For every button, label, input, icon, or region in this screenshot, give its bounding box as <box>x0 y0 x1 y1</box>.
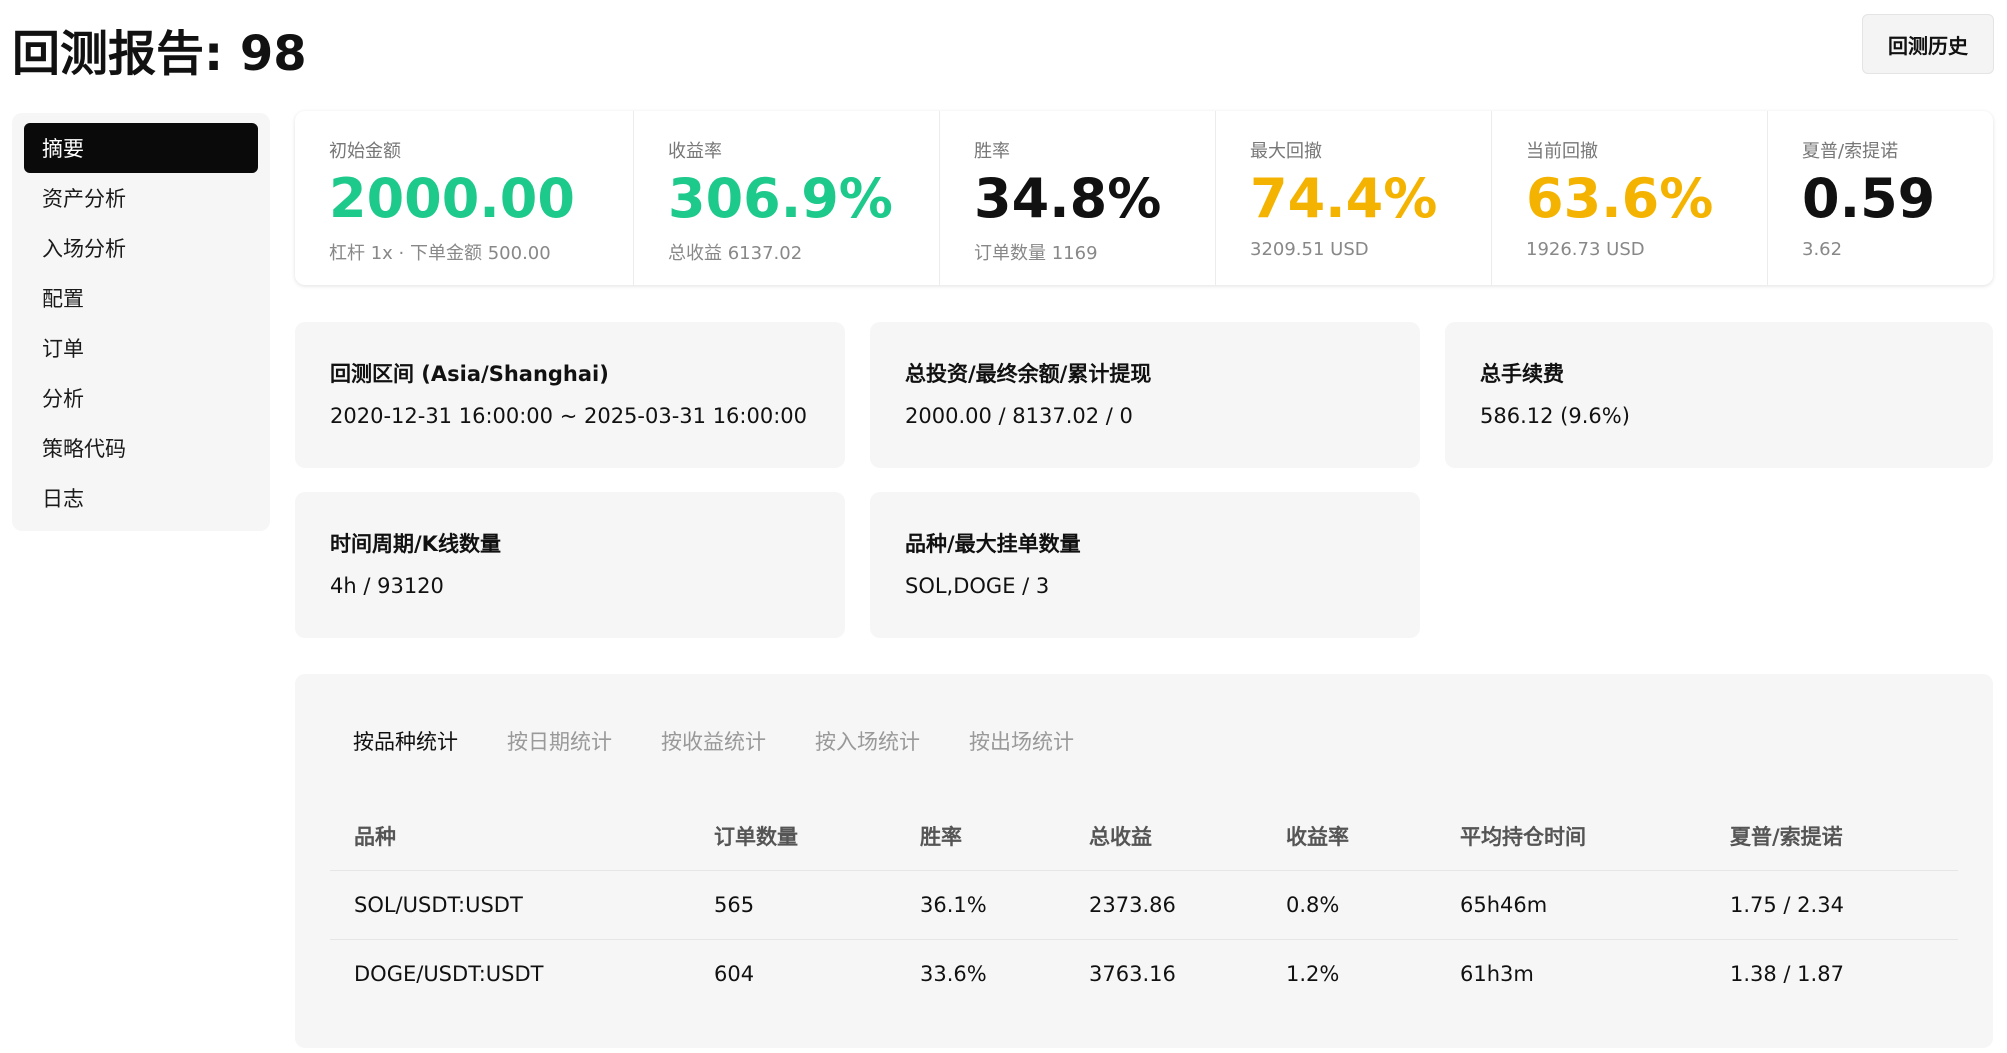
metric-subtext: 1926.73 USD <box>1526 239 1645 260</box>
table-cell: 36.1% <box>920 893 987 917</box>
metrics-summary-card: 初始金额 2000.00 杠杆 1x · 下单金额 500.00 收益率 306… <box>295 111 1993 285</box>
metric-value: 306.9% <box>668 167 893 230</box>
backtest-history-button[interactable]: 回测历史 <box>1862 14 1994 74</box>
symbol-stats-table: 品种 订单数量 胜率 总收益 收益率 平均持仓时间 夏普/索提诺 SOL/USD… <box>330 802 1958 1008</box>
sidebar-item-strategy-code[interactable]: 策略代码 <box>24 423 258 473</box>
table-cell: 65h46m <box>1460 893 1548 917</box>
table-cell: DOGE/USDT:USDT <box>354 962 544 986</box>
column-header-order-count: 订单数量 <box>714 825 798 849</box>
info-card-value: SOL,DOGE / 3 <box>905 574 1050 598</box>
info-card-timeframe-bars: 时间周期/K线数量 4h / 93120 <box>295 492 845 638</box>
metric-value: 34.8% <box>974 167 1162 230</box>
metric-subtext: 3.62 <box>1802 239 1843 260</box>
table-cell: SOL/USDT:USDT <box>354 893 523 917</box>
table-cell: 0.8% <box>1286 893 1340 917</box>
backtest-report-page: 回测报告: 98 回测历史 摘要 资产分析 入场分析 配置 订单 分析 策略代码… <box>0 0 2007 1053</box>
sidebar-item-analysis[interactable]: 分析 <box>24 373 258 423</box>
column-header-total-profit: 总收益 <box>1089 825 1152 849</box>
metric-label: 收益率 <box>668 141 722 162</box>
statistics-panel: 按品种统计 按日期统计 按收益统计 按入场统计 按出场统计 品种 订单数量 胜率… <box>295 674 1993 1048</box>
info-card-symbols-max-orders: 品种/最大挂单数量 SOL,DOGE / 3 <box>870 492 1420 638</box>
sidebar-item-summary[interactable]: 摘要 <box>24 123 258 173</box>
info-card-total-fees: 总手续费 586.12 (9.6%) <box>1445 322 1993 468</box>
info-card-title: 总手续费 <box>1480 362 1564 386</box>
column-header-return-rate: 收益率 <box>1286 825 1349 849</box>
info-card-title: 回测区间 (Asia/Shanghai) <box>330 362 609 386</box>
info-card-title: 品种/最大挂单数量 <box>905 532 1081 556</box>
info-card-investment-balance: 总投资/最终余额/累计提现 2000.00 / 8137.02 / 0 <box>870 322 1420 468</box>
info-card-backtest-range: 回测区间 (Asia/Shanghai) 2020-12-31 16:00:00… <box>295 322 845 468</box>
metric-subtext: 总收益 6137.02 <box>668 243 803 264</box>
metric-label: 初始金额 <box>329 141 401 162</box>
table-header-row: 品种 订单数量 胜率 总收益 收益率 平均持仓时间 夏普/索提诺 <box>330 802 1958 871</box>
table-row[interactable]: DOGE/USDT:USDT 604 33.6% 3763.16 1.2% 61… <box>330 940 1958 1008</box>
info-card-title: 总投资/最终余额/累计提现 <box>905 362 1152 386</box>
metric-subtext: 杠杆 1x · 下单金额 500.00 <box>329 243 551 264</box>
table-cell: 565 <box>714 893 755 917</box>
info-card-value: 2020-12-31 16:00:00 ~ 2025-03-31 16:00:0… <box>330 404 808 428</box>
column-header-avg-holding-time: 平均持仓时间 <box>1460 825 1586 849</box>
metric-return-rate: 收益率 306.9% 总收益 6137.02 <box>634 111 940 285</box>
info-card-title: 时间周期/K线数量 <box>330 532 501 556</box>
column-header-symbol: 品种 <box>354 825 396 849</box>
metric-max-drawdown: 最大回撤 74.4% 3209.51 USD <box>1216 111 1492 285</box>
metric-label: 当前回撤 <box>1526 141 1598 162</box>
metric-value: 0.59 <box>1802 167 1936 230</box>
table-cell: 604 <box>714 962 755 986</box>
metric-label: 夏普/索提诺 <box>1802 141 1899 162</box>
metric-subtext: 订单数量 1169 <box>974 243 1098 264</box>
table-cell: 33.6% <box>920 962 987 986</box>
column-header-win-rate: 胜率 <box>920 825 962 849</box>
sidebar-item-config[interactable]: 配置 <box>24 273 258 323</box>
table-row[interactable]: SOL/USDT:USDT 565 36.1% 2373.86 0.8% 65h… <box>330 871 1958 940</box>
tab-by-exit[interactable]: 按出场统计 <box>969 726 1074 756</box>
table-cell: 61h3m <box>1460 962 1534 986</box>
sidebar-item-logs[interactable]: 日志 <box>24 473 258 523</box>
tab-by-symbol[interactable]: 按品种统计 <box>353 726 458 756</box>
table-cell: 3763.16 <box>1089 962 1176 986</box>
statistics-tabs: 按品种统计 按日期统计 按收益统计 按入场统计 按出场统计 <box>353 726 1123 756</box>
metric-label: 胜率 <box>974 141 1010 162</box>
tab-by-entry[interactable]: 按入场统计 <box>815 726 920 756</box>
tab-by-date[interactable]: 按日期统计 <box>507 726 612 756</box>
table-cell: 2373.86 <box>1089 893 1176 917</box>
metric-value: 63.6% <box>1526 167 1714 230</box>
metric-initial-amount: 初始金额 2000.00 杠杆 1x · 下单金额 500.00 <box>295 111 634 285</box>
metric-current-drawdown: 当前回撤 63.6% 1926.73 USD <box>1492 111 1768 285</box>
table-cell: 1.75 / 2.34 <box>1730 893 1844 917</box>
table-cell: 1.2% <box>1286 962 1340 986</box>
metric-subtext: 3209.51 USD <box>1250 239 1369 260</box>
metric-value: 74.4% <box>1250 167 1438 230</box>
table-cell: 1.38 / 1.87 <box>1730 962 1844 986</box>
info-card-value: 2000.00 / 8137.02 / 0 <box>905 404 1133 428</box>
sidebar-item-orders[interactable]: 订单 <box>24 323 258 373</box>
sidebar-nav: 摘要 资产分析 入场分析 配置 订单 分析 策略代码 日志 <box>12 113 270 531</box>
metric-sharpe-sortino: 夏普/索提诺 0.59 3.62 <box>1768 111 1993 285</box>
metric-label: 最大回撤 <box>1250 141 1322 162</box>
metric-value: 2000.00 <box>329 167 575 230</box>
column-header-sharpe-sortino: 夏普/索提诺 <box>1730 825 1843 849</box>
sidebar-item-entry-analysis[interactable]: 入场分析 <box>24 223 258 273</box>
metric-win-rate: 胜率 34.8% 订单数量 1169 <box>940 111 1216 285</box>
info-card-value: 586.12 (9.6%) <box>1480 404 1630 428</box>
tab-by-profit[interactable]: 按收益统计 <box>661 726 766 756</box>
page-title: 回测报告: 98 <box>12 26 307 82</box>
info-card-value: 4h / 93120 <box>330 574 444 598</box>
sidebar-item-asset-analysis[interactable]: 资产分析 <box>24 173 258 223</box>
